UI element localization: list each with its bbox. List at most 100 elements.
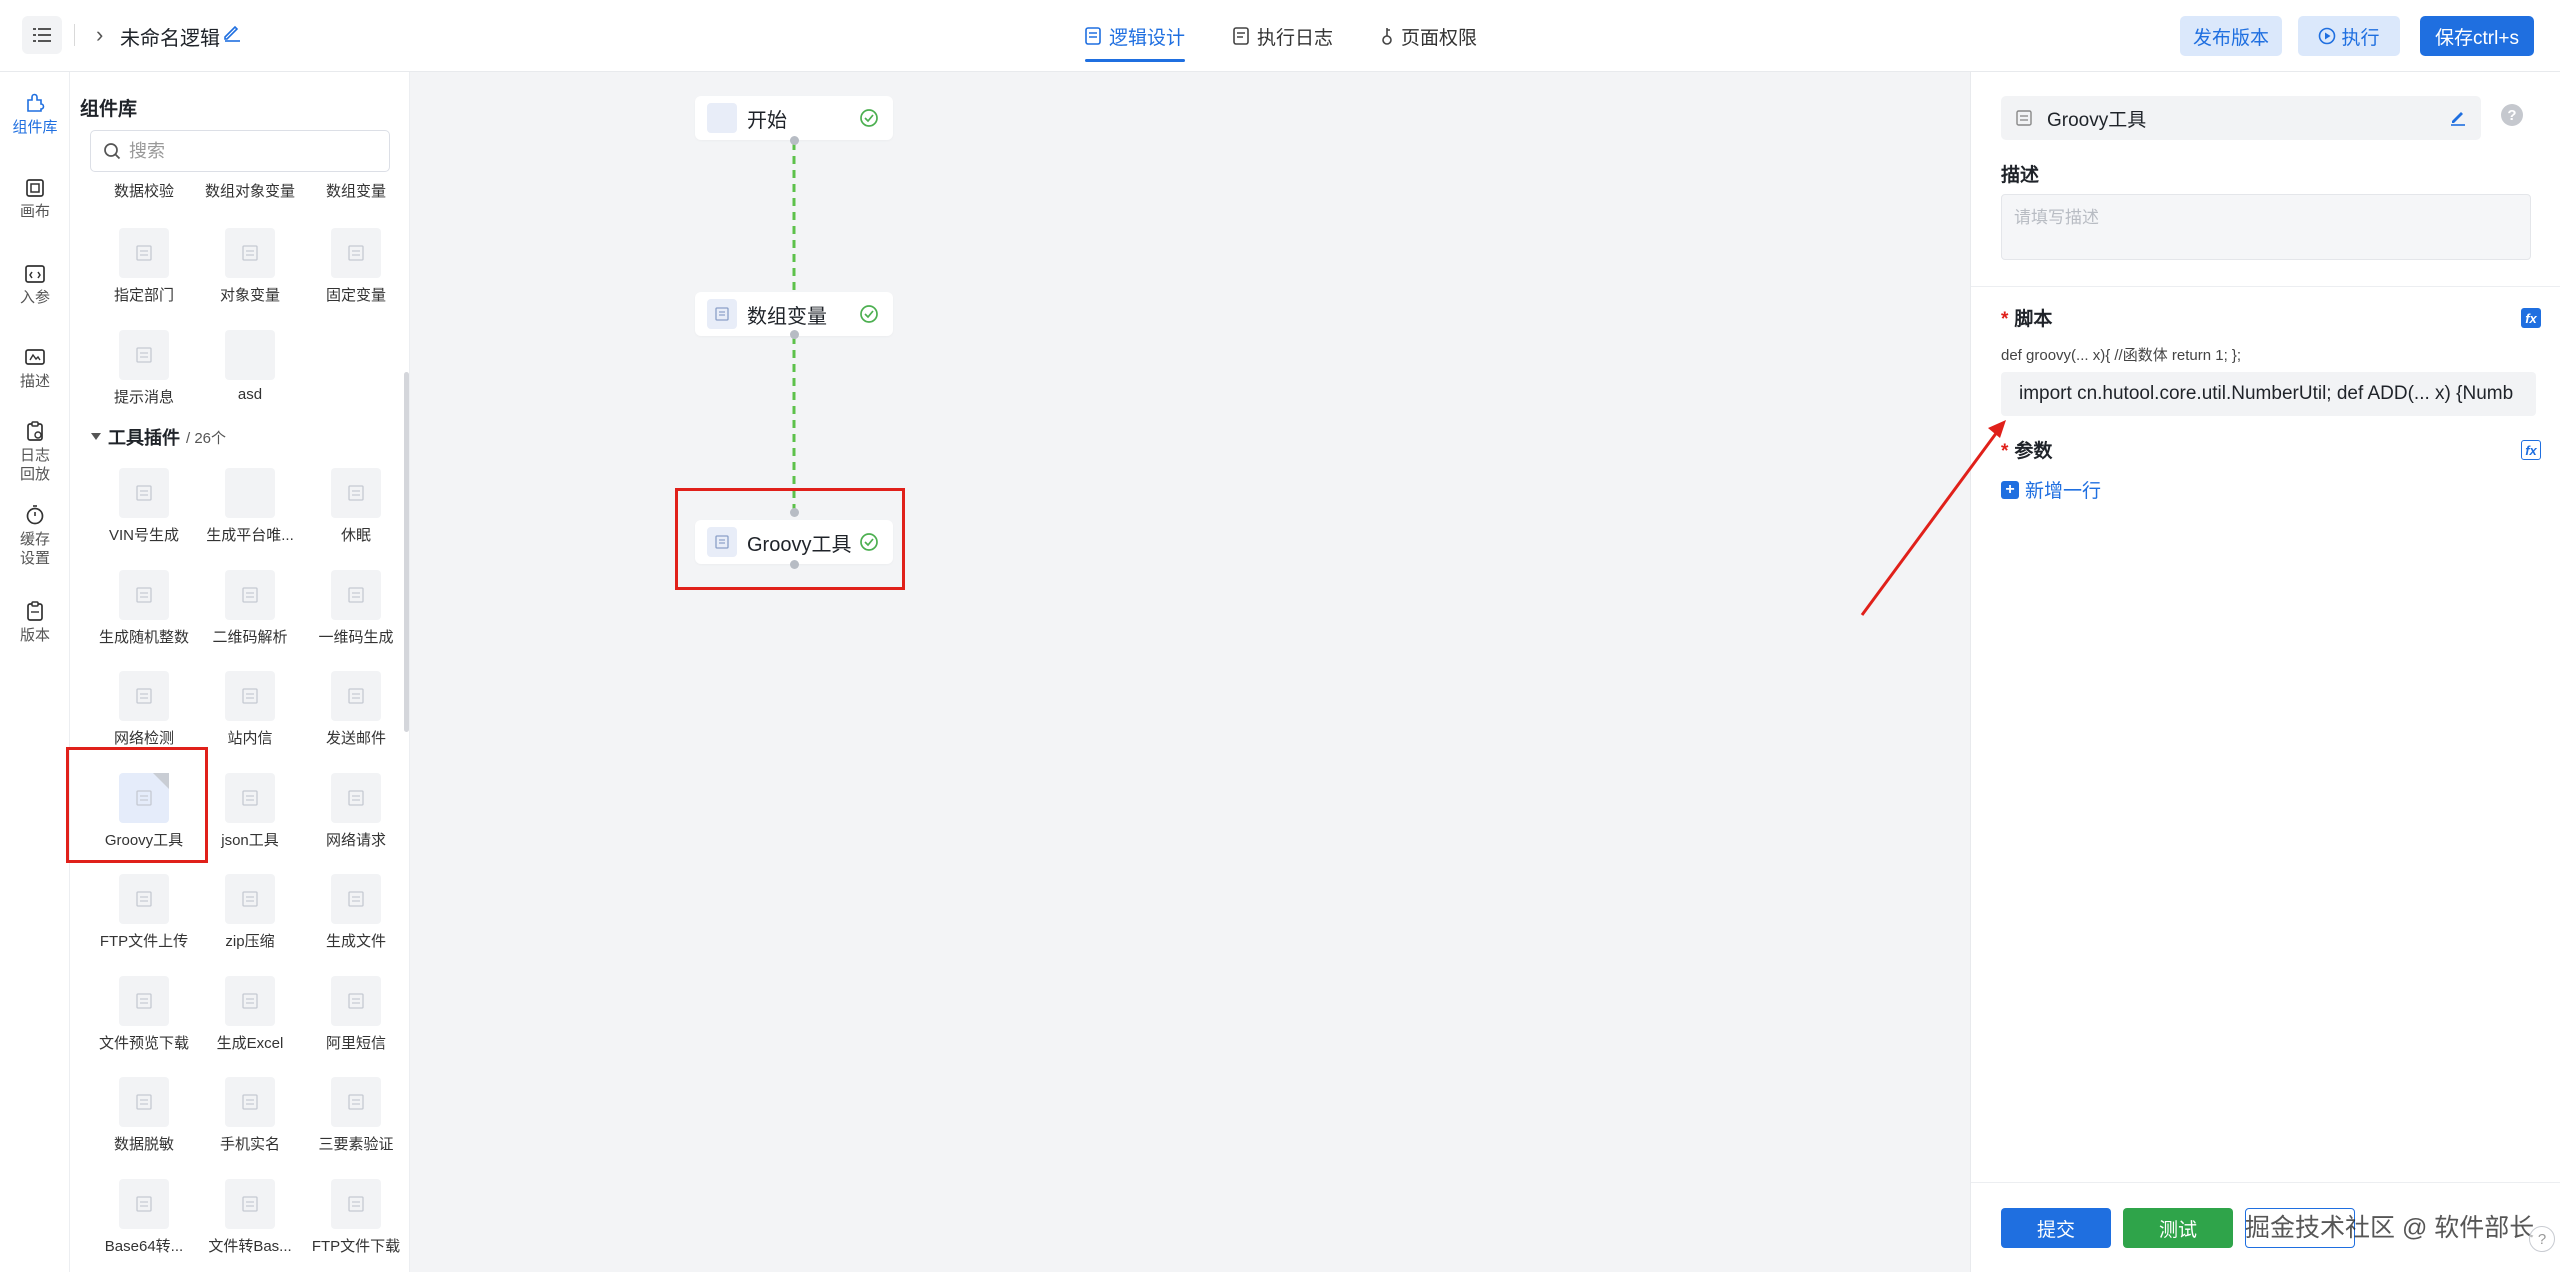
component-item[interactable]: 阿里短信 (304, 975, 408, 1053)
component-label: 三要素验证 (318, 1136, 394, 1153)
component-label: 文件转Bas... (208, 1237, 292, 1255)
panel-divider (1971, 286, 2560, 287)
section-count: / 26个 (186, 429, 227, 447)
component-item[interactable]: 手机实名 (198, 1077, 302, 1154)
component-item[interactable]: 生成文件 (304, 874, 408, 951)
rail-item-cache-settings[interactable]: 缓存设置 (0, 504, 70, 568)
component-icon (225, 671, 275, 721)
component-item[interactable]: 数组对象变量 (198, 180, 302, 201)
test-button[interactable]: 测试 (2123, 1208, 2233, 1248)
component-item[interactable]: 休眠 (304, 468, 408, 545)
component-item[interactable]: 固定变量 (304, 228, 408, 305)
rail-item-version[interactable]: 版本 (0, 600, 70, 645)
add-row-button[interactable]: + 新增一行 (2001, 476, 2101, 503)
menu-toggle-button[interactable] (22, 16, 62, 54)
rail-item-canvas[interactable]: 画布 (0, 178, 70, 221)
submit-button[interactable]: 提交 (2001, 1208, 2111, 1248)
component-item[interactable]: json工具 (198, 772, 302, 850)
main-tabs: 逻辑设计 执行日志 页面权限 (1085, 0, 1477, 72)
component-item[interactable]: zip压缩 (198, 874, 302, 951)
component-item[interactable]: 一维码生成 (304, 569, 408, 647)
corner-help-icon[interactable]: ? (2529, 1226, 2555, 1252)
tab-label: 逻辑设计 (1109, 27, 1186, 49)
library-search-input[interactable] (129, 140, 369, 162)
component-item[interactable]: 文件转Bas... (198, 1178, 302, 1256)
component-label: 生成文件 (325, 933, 386, 950)
required-mark: * (2001, 309, 2009, 330)
component-label: Base64转... (104, 1237, 184, 1255)
code-icon (25, 265, 45, 283)
component-item[interactable]: 二维码解析 (198, 569, 302, 647)
component-label: 生成Excel (216, 1034, 284, 1052)
description-input[interactable] (2001, 194, 2531, 260)
section-tool-plugins[interactable]: 工具插件 / 26个 (90, 424, 226, 450)
component-item[interactable]: 生成平台唯... (198, 468, 302, 545)
component-label: 数据脱敏 (113, 1136, 174, 1153)
component-label: 文件预览下载 (98, 1034, 189, 1052)
tab-execution-log[interactable]: 执行日志 (1233, 0, 1333, 72)
chevron-right-icon[interactable]: › (96, 22, 103, 48)
component-item[interactable]: 发送邮件 (304, 671, 408, 748)
document-icon (1085, 27, 1101, 45)
rail-item-component-library[interactable]: 组件库 (0, 92, 70, 137)
node-port[interactable] (790, 136, 799, 145)
script-fx-icon[interactable]: fx (2521, 308, 2541, 328)
component-item[interactable]: 网络请求 (304, 772, 408, 850)
rail-label: 缓存设置 (19, 531, 50, 567)
component-item[interactable]: 生成随机整数 (92, 569, 196, 647)
rail-item-input-params[interactable]: 入参 (0, 264, 70, 307)
rail-item-description[interactable]: 描述 (0, 348, 70, 391)
edit-title-icon[interactable] (2449, 108, 2467, 126)
edit-name-icon[interactable] (222, 22, 242, 47)
check-circle-icon (860, 305, 878, 323)
save-button[interactable]: 保存ctrl+s (2420, 16, 2534, 56)
play-circle-icon (2319, 27, 2336, 45)
node-title-field[interactable]: Groovy工具 (2001, 96, 2481, 140)
check-circle-icon (860, 109, 878, 127)
tab-page-permission[interactable]: 页面权限 (1381, 0, 1477, 72)
component-icon (225, 468, 275, 518)
rail-item-log-replay[interactable]: 日志回放 (0, 420, 70, 484)
component-item[interactable]: 数据脱敏 (92, 1077, 196, 1154)
key-icon (1382, 28, 1392, 45)
component-item[interactable]: 提示消息 (92, 330, 196, 407)
publish-version-button[interactable]: 发布版本 (2180, 16, 2282, 56)
component-item[interactable]: 指定部门 (92, 228, 196, 305)
tab-logic-design[interactable]: 逻辑设计 (1085, 0, 1186, 72)
component-item[interactable]: FTP文件上传 (92, 874, 196, 951)
component-label: FTP文件上传 (99, 933, 189, 950)
script-input[interactable]: import cn.hutool.core.util.NumberUtil; d… (2001, 372, 2536, 416)
node-title: Groovy工具 (2047, 109, 2147, 131)
component-item[interactable]: Base64转... (92, 1178, 196, 1256)
component-icon (119, 228, 169, 278)
component-item[interactable]: 站内信 (198, 671, 302, 748)
component-label: 二维码解析 (212, 628, 288, 646)
component-label: 数组对象变量 (204, 183, 295, 200)
node-start[interactable]: 开始 (695, 96, 893, 140)
component-item[interactable]: 对象变量 (198, 228, 302, 305)
component-label: 指定部门 (113, 287, 174, 304)
node-port[interactable] (790, 330, 799, 339)
component-item[interactable]: VIN号生成 (92, 468, 196, 545)
component-item[interactable]: asd (198, 330, 302, 403)
version-icon (27, 601, 43, 621)
component-item[interactable]: 三要素验证 (304, 1077, 408, 1154)
component-label: 提示消息 (113, 389, 174, 406)
component-item[interactable]: 数据校验 (92, 180, 196, 201)
component-item[interactable]: 生成Excel (198, 975, 302, 1053)
rail-label: 版本 (19, 627, 50, 644)
logic-canvas[interactable]: 开始 数组变量 Groovy工具 (410, 72, 1970, 1272)
component-item[interactable]: 网络检测 (92, 671, 196, 748)
script-label: * 脚本 (2001, 304, 2052, 331)
caret-down-icon (91, 433, 101, 440)
component-item[interactable]: 文件预览下载 (92, 975, 196, 1053)
execute-button[interactable]: 执行 (2298, 16, 2400, 56)
component-item[interactable]: 数组变量 (304, 180, 408, 201)
component-icon (331, 671, 381, 721)
component-label: VIN号生成 (108, 527, 179, 544)
params-fx-icon[interactable]: fx (2521, 440, 2541, 460)
component-item[interactable]: FTP文件下载 (304, 1178, 408, 1256)
help-icon[interactable]: ? (2501, 104, 2523, 126)
node-label: 开始 (747, 109, 787, 132)
component-label: 一维码生成 (318, 628, 394, 646)
